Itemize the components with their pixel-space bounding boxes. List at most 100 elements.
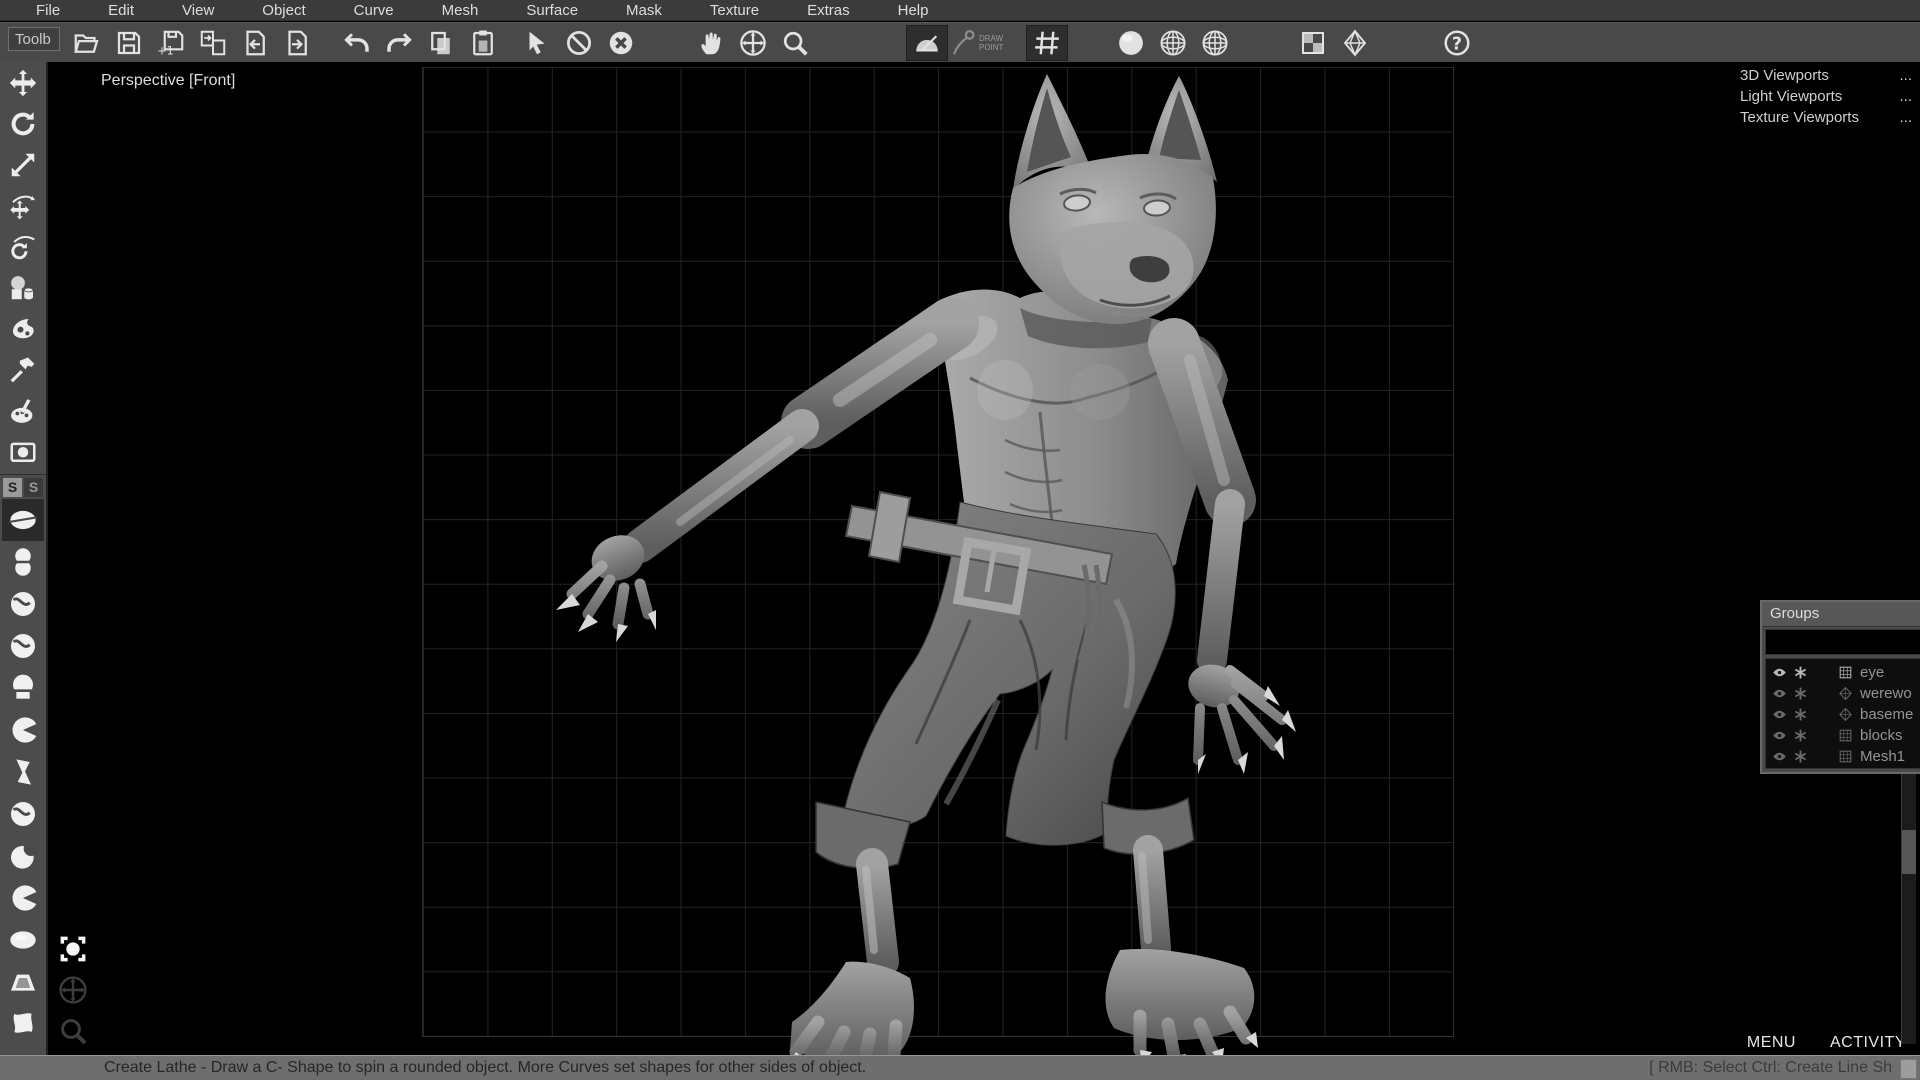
viewport-corner-labels: MENU ACTIVITY — [1747, 1034, 1906, 1052]
group-row-blocks[interactable]: blocks — [1766, 725, 1920, 746]
construct-tool[interactable] — [2, 350, 44, 390]
activity-button[interactable]: ACTIVITY — [1830, 1034, 1906, 1052]
group-name[interactable]: eye — [1860, 664, 1884, 681]
brush-bite[interactable] — [2, 835, 44, 877]
toolbar-uv-checker-button[interactable] — [1292, 25, 1334, 61]
toolbar-open-button[interactable] — [66, 25, 108, 61]
paint-tool[interactable] — [2, 391, 44, 431]
toolbar-copy-button[interactable] — [420, 25, 462, 61]
visibility-eye-icon[interactable] — [1772, 686, 1787, 701]
brush-trapezoid[interactable] — [2, 961, 44, 1003]
move-tool[interactable] — [2, 63, 44, 103]
group-row-werewo[interactable]: werewo — [1766, 683, 1920, 704]
menu-extras[interactable]: Extras — [783, 0, 874, 21]
toolbar-load-previous-button[interactable] — [234, 25, 276, 61]
status-shortcuts-text: [ RMB: Select Ctrl: Create Line Sh — [1649, 1059, 1892, 1077]
toolbar-wireframe-mode-button[interactable] — [1152, 25, 1194, 61]
toolbar-draw-point-button[interactable]: DRAW POINT — [948, 25, 1010, 61]
viewport-menu-3d-viewports[interactable]: 3D Viewports... — [1740, 65, 1912, 86]
primitives-tool[interactable] — [2, 268, 44, 308]
brush-slice[interactable] — [2, 877, 44, 919]
menu-file[interactable]: File — [12, 0, 84, 21]
visibility-eye-icon[interactable] — [1772, 665, 1787, 680]
groups-search-field[interactable] — [1765, 629, 1920, 655]
toolbar-import-export-button[interactable] — [192, 25, 234, 61]
menu-surface[interactable]: Surface — [502, 0, 602, 21]
menu-mask[interactable]: Mask — [602, 0, 686, 21]
menu-mesh[interactable]: Mesh — [418, 0, 503, 21]
menu-view[interactable]: View — [158, 0, 238, 21]
toolbar-delete-selection-button[interactable] — [600, 25, 642, 61]
group-name[interactable]: baseme — [1860, 706, 1913, 723]
visibility-eye-icon[interactable] — [1772, 728, 1787, 743]
toolbar-zoom-view-button[interactable] — [774, 25, 816, 61]
pan-overlay-button[interactable] — [55, 971, 91, 1009]
menu-texture[interactable]: Texture — [686, 0, 783, 21]
brush-swirl-b[interactable] — [2, 625, 44, 667]
menu-object[interactable]: Object — [238, 0, 329, 21]
groups-panel-title[interactable]: Groups — [1762, 602, 1920, 627]
menu-edit[interactable]: Edit — [84, 0, 158, 21]
toolbar-angle-snap-button[interactable] — [906, 25, 948, 61]
freeze-asterisk-icon[interactable] — [1793, 749, 1808, 764]
brush-warp[interactable] — [2, 1003, 44, 1045]
group-name[interactable]: blocks — [1860, 727, 1903, 744]
viewport-menu-texture-viewports[interactable]: Texture Viewports... — [1740, 107, 1912, 128]
toolbar-save-increment-button[interactable] — [150, 25, 192, 61]
brush-disc[interactable] — [2, 919, 44, 961]
render-tool[interactable] — [2, 432, 44, 472]
right-scrollbar[interactable] — [1901, 774, 1916, 1044]
toolbar-undo-button[interactable] — [336, 25, 378, 61]
menu-help[interactable]: Help — [874, 0, 953, 21]
group-name[interactable]: Mesh1 — [1860, 748, 1905, 765]
zoom-overlay-button[interactable] — [55, 1012, 91, 1050]
group-name[interactable]: werewo — [1860, 685, 1912, 702]
soft-rotate-tool[interactable] — [2, 227, 44, 267]
toolbar-load-next-button[interactable] — [276, 25, 318, 61]
toolbar-deselect-all-button[interactable] — [558, 25, 600, 61]
brush-swirl-a[interactable] — [2, 583, 44, 625]
brush-tab-2[interactable]: S — [24, 478, 43, 497]
soft-move-tool[interactable] — [2, 186, 44, 226]
brush-ribbon[interactable] — [2, 751, 44, 793]
status-resize-grip[interactable] — [1900, 1059, 1917, 1079]
brush-cut-sphere[interactable] — [2, 709, 44, 751]
brush-tab-1[interactable]: S — [3, 478, 22, 497]
werewolf-model[interactable] — [500, 62, 1300, 1055]
focus-light-button[interactable] — [55, 930, 91, 968]
right-scrollbar-thumb[interactable] — [1902, 830, 1916, 874]
toolbar-select-cursor-button[interactable] — [516, 25, 558, 61]
visibility-eye-icon[interactable] — [1772, 749, 1787, 764]
zoom-view-icon — [780, 28, 810, 58]
menu-button[interactable]: MENU — [1747, 1034, 1796, 1052]
toolbar-polygon-wire-button[interactable] — [1334, 25, 1376, 61]
smudge-tool[interactable] — [2, 309, 44, 349]
toolbar-redo-button[interactable] — [378, 25, 420, 61]
brush-swirl-c[interactable] — [2, 793, 44, 835]
group-row-baseme[interactable]: baseme — [1766, 704, 1920, 725]
brush-flatten[interactable] — [2, 667, 44, 709]
freeze-asterisk-icon[interactable] — [1793, 686, 1808, 701]
freeze-asterisk-icon[interactable] — [1793, 728, 1808, 743]
toolbar-shaded-mode-button[interactable] — [1110, 25, 1152, 61]
group-row-mesh1[interactable]: Mesh1 — [1766, 746, 1920, 767]
toolbar-grid-snap-button[interactable] — [1026, 25, 1068, 61]
toolbar-paste-button[interactable] — [462, 25, 504, 61]
toolbox-panel-label[interactable]: Toolb — [8, 27, 60, 51]
group-row-eye[interactable]: eye — [1766, 662, 1920, 683]
toolbar-save-button[interactable] — [108, 25, 150, 61]
freeze-asterisk-icon[interactable] — [1793, 707, 1808, 722]
viewport-menu-light-viewports[interactable]: Light Viewports... — [1740, 86, 1912, 107]
scale-tool[interactable] — [2, 145, 44, 185]
freeze-asterisk-icon[interactable] — [1793, 665, 1808, 680]
visibility-eye-icon[interactable] — [1772, 707, 1787, 722]
toolbar-pan-view-button[interactable] — [690, 25, 732, 61]
brush-pinch[interactable] — [2, 541, 44, 583]
brush-lathe[interactable] — [2, 499, 44, 541]
menu-curve[interactable]: Curve — [330, 0, 418, 21]
toolbar-help-button[interactable] — [1436, 25, 1478, 61]
viewport-3d[interactable]: Perspective [Front] 3D Viewports...Light… — [0, 62, 1920, 1055]
toolbar-orbit-view-button[interactable] — [732, 25, 774, 61]
toolbar-wire-shaded-mode-button[interactable] — [1194, 25, 1236, 61]
rotate-tool[interactable] — [2, 104, 44, 144]
